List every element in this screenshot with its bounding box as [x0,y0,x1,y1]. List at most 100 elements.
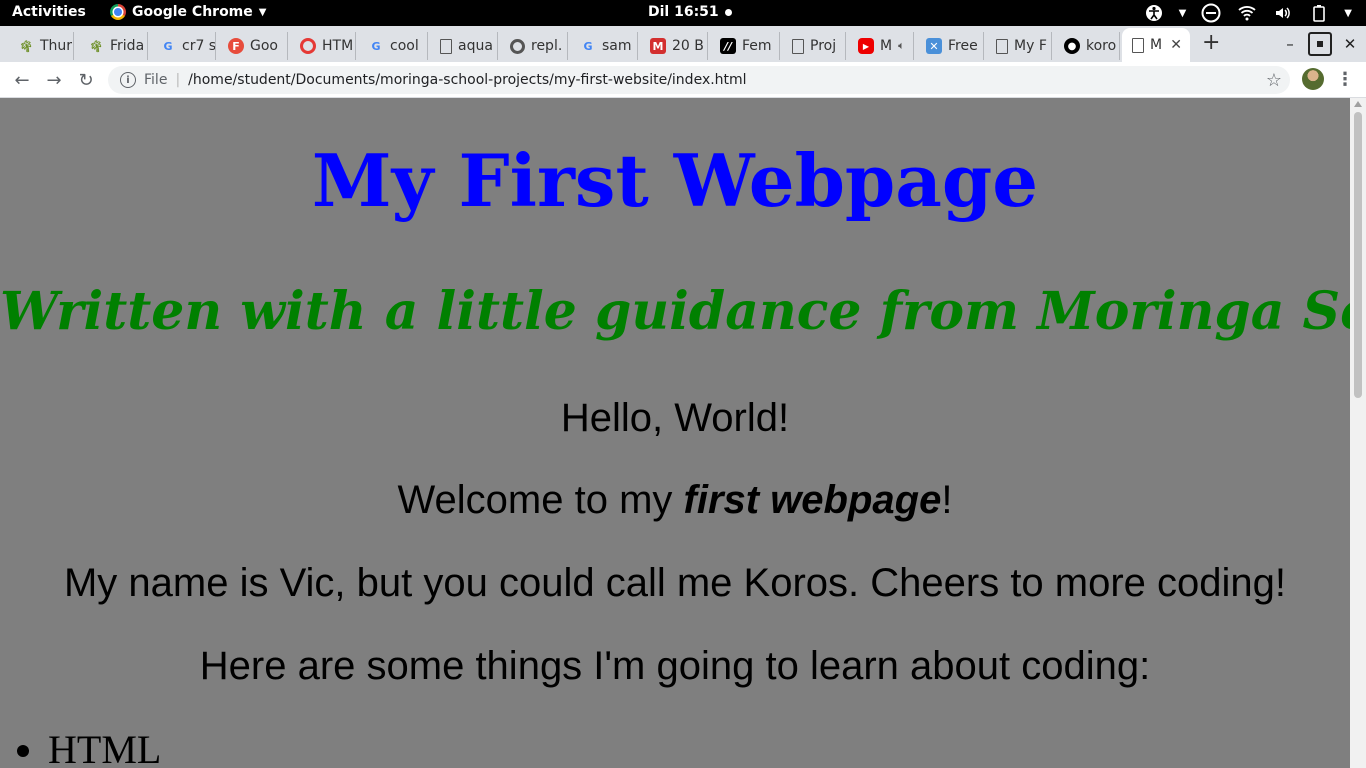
tab[interactable]: // Fem [710,32,780,60]
tab-label: 20 B [672,38,704,54]
tab-label: HTM [322,38,354,54]
tab[interactable]: M 20 B [640,32,708,60]
chevron-down-icon: ▼ [1178,7,1187,19]
clock[interactable]: Dil 16:51 [648,4,732,20]
app-menu[interactable]: Google Chrome ▼ [110,4,266,20]
bookmark-star-icon[interactable]: ☆ [1266,70,1282,91]
tab-label: M [880,38,893,54]
welcome-text: Welcome to my first webpage! [0,478,1350,523]
tab-label: My F [1014,38,1047,54]
reload-button[interactable]: ↻ [74,68,98,92]
tab-label: aqua [458,38,493,54]
battery-icon [1308,2,1330,24]
google-icon: G [163,39,173,53]
do-not-disturb-icon[interactable] [1200,2,1222,24]
close-tab-icon[interactable]: ✕ [1170,37,1182,53]
github-icon: ● [1064,38,1080,54]
address-bar[interactable]: i File | /home/student/Documents/moringa… [108,66,1290,94]
tab-active[interactable]: M ✕ [1122,28,1190,62]
activities-button[interactable]: Activities [12,4,86,20]
url-scheme: File [144,72,168,88]
url-divider: | [175,72,181,88]
doc-icon [440,38,452,54]
tab[interactable]: Proj [782,32,846,60]
tab[interactable]: G sam [570,32,638,60]
doc-icon [1132,37,1144,53]
doc-icon [792,38,804,54]
new-tab-button[interactable]: + [1202,30,1220,55]
tab[interactable]: repl. [500,32,568,60]
tab[interactable]: ✕ Free [916,32,984,60]
tab-label: koro [1086,38,1117,54]
tab[interactable]: 🌴︎ Frida [78,32,148,60]
notification-dot-icon [724,8,732,16]
m-icon: M [650,38,666,54]
x-icon: ✕ [926,38,942,54]
tab-label: M [1150,37,1163,53]
page-viewport: My First Webpage Written with a little g… [0,98,1350,768]
scroll-up-arrow-icon[interactable] [1354,101,1362,107]
fem-icon: // [720,38,736,54]
minimize-button[interactable]: – [1278,32,1302,56]
tab-label: cr7 s [182,38,216,54]
scrollbar-thumb[interactable] [1354,112,1362,398]
welcome-text-emphasis: first webpage [683,478,942,522]
tab[interactable]: aqua [430,32,498,60]
speaker-icon: 🔈︎ [898,39,905,52]
doc-icon [996,38,1008,54]
maximize-button[interactable] [1308,32,1332,56]
intro-text: My name is Vic, but you could call me Ko… [63,561,1287,605]
browser-toolbar: ← → ↻ i File | /home/student/Documents/m… [0,62,1366,98]
info-icon[interactable]: i [120,72,136,88]
chevron-down-icon: ▼ [1344,7,1352,19]
page-heading: My First Webpage [311,138,1039,223]
tab[interactable]: G cr7 s [150,32,216,60]
volume-icon [1272,2,1294,24]
welcome-text-end: ! [941,478,953,522]
f-icon: F [228,38,244,54]
page-subheading: Written with a little guidance from Mori… [0,281,1350,342]
tab[interactable]: ▶ M 🔈︎ [848,32,914,60]
google-icon: G [371,39,381,53]
menu-icon[interactable]: ⋮ [1336,69,1354,90]
back-button[interactable]: ← [10,68,34,92]
tab-label: Free [948,38,978,54]
tab-label: Proj [810,38,837,54]
learning-list: HTML [0,726,161,768]
tab[interactable]: My F [986,32,1052,60]
google-icon: G [583,39,593,53]
tab[interactable]: G cool [358,32,428,60]
chrome-icon [110,4,126,20]
close-window-button[interactable]: ✕ [1338,32,1362,56]
wifi-icon [1236,2,1258,24]
welcome-text-start: Welcome to my [397,478,684,522]
tab-strip: 🌴︎ Thur 🌴︎ Frida G cr7 s F Goo HTM G coo… [0,26,1366,62]
red-ring-icon [300,38,316,54]
profile-avatar[interactable] [1302,68,1324,90]
youtube-icon: ▶ [858,38,874,54]
tab[interactable]: 🌴︎ Thur [8,32,74,60]
app-name: Google Chrome [132,4,253,20]
tab[interactable]: ● koro [1054,32,1120,60]
tab-label: sam [602,38,632,54]
vertical-scrollbar[interactable] [1350,98,1366,768]
tree-icon: 🌴︎ [89,39,103,53]
tab-label: cool [390,38,419,54]
list-item: HTML [48,726,161,768]
tree-icon: 🌴︎ [19,39,33,53]
forward-button[interactable]: → [42,68,66,92]
chevron-down-icon: ▼ [258,6,267,18]
tab[interactable]: HTM [290,32,356,60]
tab[interactable]: F Goo [218,32,288,60]
system-top-bar: Activities Google Chrome ▼ Dil 16:51 ▼ ▼ [0,0,1366,26]
tab-label: Frida [110,38,145,54]
accessibility-icon[interactable] [1143,2,1165,24]
system-tray[interactable]: ▼ ▼ [1143,2,1352,24]
tab-label: Goo [250,38,278,54]
greeting-text: Hello, World! [560,396,790,440]
tab-label: Fem [742,38,772,54]
clock-text: Dil 16:51 [648,4,719,20]
url-text[interactable]: /home/student/Documents/moringa-school-p… [188,72,746,88]
tab-label: Thur [40,38,73,54]
repl-icon [510,38,525,54]
